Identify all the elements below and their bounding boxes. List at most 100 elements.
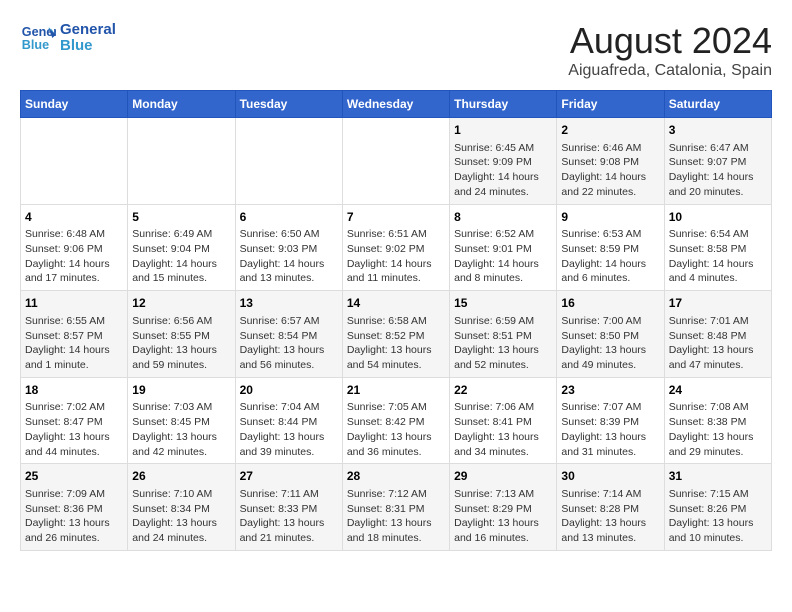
day-info: Sunrise: 6:55 AM Sunset: 8:57 PM Dayligh… bbox=[25, 314, 123, 373]
calendar-cell: 14 Sunrise: 6:58 AM Sunset: 8:52 PM Dayli… bbox=[342, 291, 449, 378]
header-day: Thursday bbox=[450, 91, 557, 118]
day-info: Sunrise: 7:06 AM Sunset: 8:41 PM Dayligh… bbox=[454, 400, 552, 459]
calendar-cell bbox=[342, 118, 449, 205]
header: General Blue General Blue August 2024 Ai… bbox=[20, 20, 772, 80]
calendar-cell: 10Sunrise: 6:54 AM Sunset: 8:58 PM Dayli… bbox=[664, 204, 771, 291]
day-number: 12 bbox=[132, 295, 230, 312]
calendar-cell: 29 Sunrise: 7:13 AM Sunset: 8:29 PM Dayli… bbox=[450, 464, 557, 551]
day-info: Sunrise: 7:11 AM Sunset: 8:33 PM Dayligh… bbox=[240, 487, 338, 546]
day-info: Sunrise: 6:47 AM Sunset: 9:07 PM Dayligh… bbox=[669, 141, 767, 200]
calendar-cell: 25 Sunrise: 7:09 AM Sunset: 8:36 PM Dayli… bbox=[21, 464, 128, 551]
day-number: 9 bbox=[561, 209, 659, 226]
header-day: Friday bbox=[557, 91, 664, 118]
day-info: Sunrise: 7:10 AM Sunset: 8:34 PM Dayligh… bbox=[132, 487, 230, 546]
day-info: Sunrise: 6:59 AM Sunset: 8:51 PM Dayligh… bbox=[454, 314, 552, 373]
day-info: Sunrise: 7:00 AM Sunset: 8:50 PM Dayligh… bbox=[561, 314, 659, 373]
day-info: Sunrise: 6:48 AM Sunset: 9:06 PM Dayligh… bbox=[25, 227, 123, 286]
day-number: 27 bbox=[240, 468, 338, 485]
day-number: 7 bbox=[347, 209, 445, 226]
day-info: Sunrise: 7:13 AM Sunset: 8:29 PM Dayligh… bbox=[454, 487, 552, 546]
day-number: 28 bbox=[347, 468, 445, 485]
calendar-cell: 31 Sunrise: 7:15 AM Sunset: 8:26 PM Dayli… bbox=[664, 464, 771, 551]
day-info: Sunrise: 7:04 AM Sunset: 8:44 PM Dayligh… bbox=[240, 400, 338, 459]
day-number: 11 bbox=[25, 295, 123, 312]
day-info: Sunrise: 7:12 AM Sunset: 8:31 PM Dayligh… bbox=[347, 487, 445, 546]
day-number: 10 bbox=[669, 209, 767, 226]
day-info: Sunrise: 6:53 AM Sunset: 8:59 PM Dayligh… bbox=[561, 227, 659, 286]
title-area: August 2024 Aiguafreda, Catalonia, Spain bbox=[568, 20, 772, 80]
header-day: Tuesday bbox=[235, 91, 342, 118]
calendar-cell: 18Sunrise: 7:02 AM Sunset: 8:47 PM Dayli… bbox=[21, 377, 128, 464]
calendar-cell: 21Sunrise: 7:05 AM Sunset: 8:42 PM Dayli… bbox=[342, 377, 449, 464]
header-row: SundayMondayTuesdayWednesdayThursdayFrid… bbox=[21, 91, 772, 118]
calendar-cell: 16 Sunrise: 7:00 AM Sunset: 8:50 PM Dayli… bbox=[557, 291, 664, 378]
day-info: Sunrise: 6:46 AM Sunset: 9:08 PM Dayligh… bbox=[561, 141, 659, 200]
day-number: 20 bbox=[240, 382, 338, 399]
day-number: 31 bbox=[669, 468, 767, 485]
day-number: 14 bbox=[347, 295, 445, 312]
logo-line2: Blue bbox=[60, 38, 116, 55]
day-info: Sunrise: 7:14 AM Sunset: 8:28 PM Dayligh… bbox=[561, 487, 659, 546]
day-info: Sunrise: 7:07 AM Sunset: 8:39 PM Dayligh… bbox=[561, 400, 659, 459]
day-info: Sunrise: 6:45 AM Sunset: 9:09 PM Dayligh… bbox=[454, 141, 552, 200]
calendar-table: SundayMondayTuesdayWednesdayThursdayFrid… bbox=[20, 90, 772, 551]
logo-icon: General Blue bbox=[20, 20, 56, 56]
day-number: 30 bbox=[561, 468, 659, 485]
day-number: 24 bbox=[669, 382, 767, 399]
day-number: 1 bbox=[454, 122, 552, 139]
day-number: 29 bbox=[454, 468, 552, 485]
day-number: 19 bbox=[132, 382, 230, 399]
day-number: 2 bbox=[561, 122, 659, 139]
calendar-cell: 6Sunrise: 6:50 AM Sunset: 9:03 PM Daylig… bbox=[235, 204, 342, 291]
calendar-header: SundayMondayTuesdayWednesdayThursdayFrid… bbox=[21, 91, 772, 118]
day-number: 26 bbox=[132, 468, 230, 485]
calendar-row: 11 Sunrise: 6:55 AM Sunset: 8:57 PM Dayli… bbox=[21, 291, 772, 378]
calendar-cell: 23Sunrise: 7:07 AM Sunset: 8:39 PM Dayli… bbox=[557, 377, 664, 464]
day-info: Sunrise: 6:58 AM Sunset: 8:52 PM Dayligh… bbox=[347, 314, 445, 373]
calendar-cell: 13Sunrise: 6:57 AM Sunset: 8:54 PM Dayli… bbox=[235, 291, 342, 378]
calendar-cell: 11 Sunrise: 6:55 AM Sunset: 8:57 PM Dayli… bbox=[21, 291, 128, 378]
day-number: 21 bbox=[347, 382, 445, 399]
day-info: Sunrise: 6:50 AM Sunset: 9:03 PM Dayligh… bbox=[240, 227, 338, 286]
day-number: 18 bbox=[25, 382, 123, 399]
header-day: Saturday bbox=[664, 91, 771, 118]
calendar-cell: 22Sunrise: 7:06 AM Sunset: 8:41 PM Dayli… bbox=[450, 377, 557, 464]
calendar-row: 4Sunrise: 6:48 AM Sunset: 9:06 PM Daylig… bbox=[21, 204, 772, 291]
day-info: Sunrise: 6:54 AM Sunset: 8:58 PM Dayligh… bbox=[669, 227, 767, 286]
day-number: 17 bbox=[669, 295, 767, 312]
day-info: Sunrise: 6:49 AM Sunset: 9:04 PM Dayligh… bbox=[132, 227, 230, 286]
day-number: 5 bbox=[132, 209, 230, 226]
logo: General Blue General Blue bbox=[20, 20, 116, 56]
day-info: Sunrise: 6:51 AM Sunset: 9:02 PM Dayligh… bbox=[347, 227, 445, 286]
day-number: 4 bbox=[25, 209, 123, 226]
calendar-body: 1 Sunrise: 6:45 AM Sunset: 9:09 PM Daylig… bbox=[21, 118, 772, 551]
calendar-cell: 5Sunrise: 6:49 AM Sunset: 9:04 PM Daylig… bbox=[128, 204, 235, 291]
calendar-cell: 2 Sunrise: 6:46 AM Sunset: 9:08 PM Daylig… bbox=[557, 118, 664, 205]
day-number: 6 bbox=[240, 209, 338, 226]
calendar-cell: 1 Sunrise: 6:45 AM Sunset: 9:09 PM Daylig… bbox=[450, 118, 557, 205]
day-info: Sunrise: 7:02 AM Sunset: 8:47 PM Dayligh… bbox=[25, 400, 123, 459]
calendar-cell: 4Sunrise: 6:48 AM Sunset: 9:06 PM Daylig… bbox=[21, 204, 128, 291]
calendar-cell bbox=[128, 118, 235, 205]
day-number: 15 bbox=[454, 295, 552, 312]
calendar-cell: 3 Sunrise: 6:47 AM Sunset: 9:07 PM Daylig… bbox=[664, 118, 771, 205]
day-number: 3 bbox=[669, 122, 767, 139]
calendar-row: 18Sunrise: 7:02 AM Sunset: 8:47 PM Dayli… bbox=[21, 377, 772, 464]
subtitle: Aiguafreda, Catalonia, Spain bbox=[568, 62, 772, 80]
day-info: Sunrise: 7:09 AM Sunset: 8:36 PM Dayligh… bbox=[25, 487, 123, 546]
calendar-row: 1 Sunrise: 6:45 AM Sunset: 9:09 PM Daylig… bbox=[21, 118, 772, 205]
calendar-cell: 30 Sunrise: 7:14 AM Sunset: 8:28 PM Dayli… bbox=[557, 464, 664, 551]
calendar-cell: 28 Sunrise: 7:12 AM Sunset: 8:31 PM Dayli… bbox=[342, 464, 449, 551]
day-number: 25 bbox=[25, 468, 123, 485]
header-day: Sunday bbox=[21, 91, 128, 118]
calendar-cell: 8Sunrise: 6:52 AM Sunset: 9:01 PM Daylig… bbox=[450, 204, 557, 291]
calendar-cell: 19Sunrise: 7:03 AM Sunset: 8:45 PM Dayli… bbox=[128, 377, 235, 464]
header-day: Monday bbox=[128, 91, 235, 118]
logo-line1: General bbox=[60, 22, 116, 39]
header-day: Wednesday bbox=[342, 91, 449, 118]
main-title: August 2024 bbox=[568, 20, 772, 62]
calendar-cell: 17Sunrise: 7:01 AM Sunset: 8:48 PM Dayli… bbox=[664, 291, 771, 378]
day-info: Sunrise: 7:15 AM Sunset: 8:26 PM Dayligh… bbox=[669, 487, 767, 546]
day-number: 16 bbox=[561, 295, 659, 312]
day-number: 23 bbox=[561, 382, 659, 399]
